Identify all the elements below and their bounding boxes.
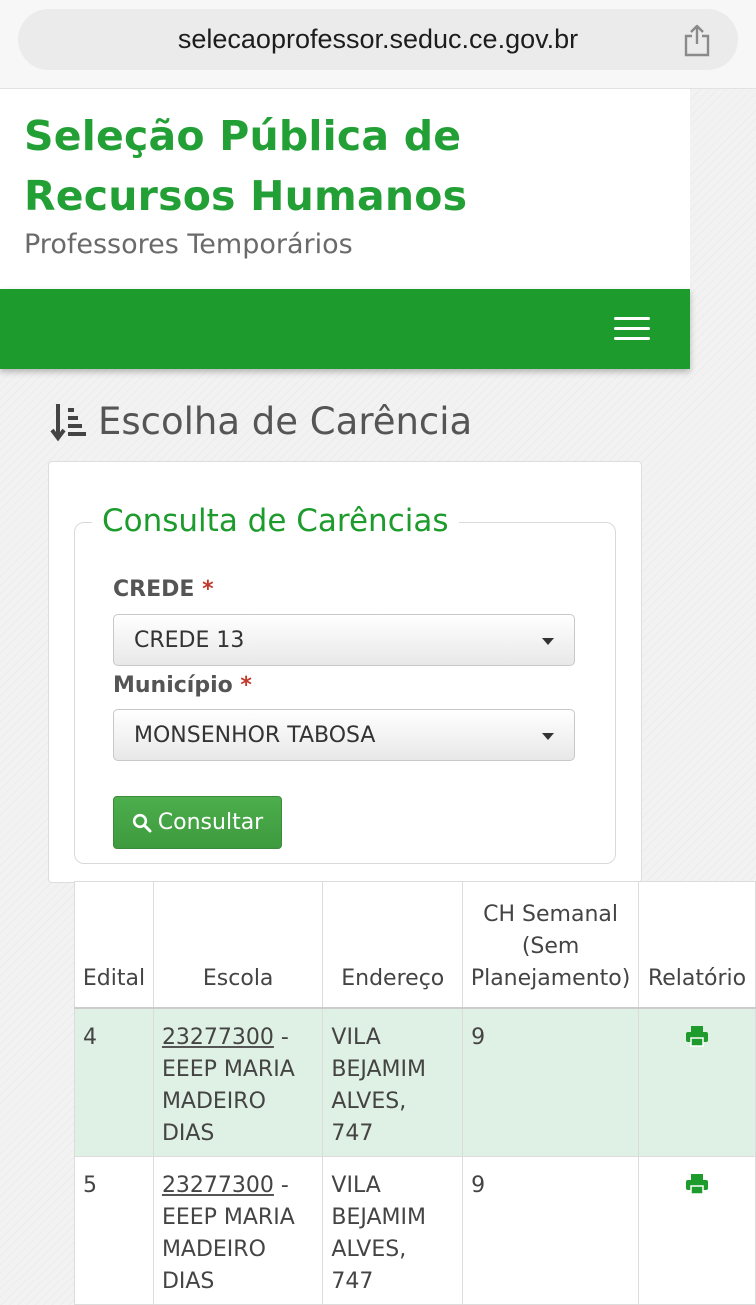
cell-edital: 4 [74, 1007, 154, 1157]
required-mark: * [202, 577, 214, 602]
crede-selected-value: CREDE 13 [134, 628, 245, 653]
cell-escola: 23277300 - EEEP MARIA MADEIRO DIAS [152, 1156, 324, 1305]
required-mark: * [240, 673, 252, 698]
sort-list-icon [50, 403, 86, 441]
url-text: selecaoprofessor.seduc.ce.gov.br [177, 24, 579, 54]
school-code-link[interactable]: 23277300 [162, 1025, 274, 1050]
search-icon [132, 813, 152, 832]
print-icon[interactable] [685, 1025, 709, 1047]
address-bar[interactable]: selecaoprofessor.seduc.ce.gov.br [18, 9, 738, 70]
school-code-link[interactable]: 23277300 [162, 1173, 274, 1198]
caret-down-icon [542, 733, 554, 740]
consultar-label: Consultar [157, 810, 264, 835]
municipio-label: Município * [113, 673, 252, 698]
cell-relatorio [638, 1007, 756, 1157]
col-header-relatorio: Relatório [638, 881, 756, 1009]
cell-edital: 5 [74, 1156, 154, 1305]
crede-select[interactable]: CREDE 13 [113, 614, 575, 666]
table-row: 4 23277300 - EEEP MARIA MADEIRO DIAS VIL… [74, 1007, 756, 1157]
cell-ch: 9 [462, 1007, 640, 1157]
results-table: Edital Escola Endereço CH Semanal (Sem P… [74, 881, 756, 1305]
col-header-escola: Escola [152, 881, 324, 1009]
cell-relatorio [638, 1156, 756, 1305]
cell-escola: 23277300 - EEEP MARIA MADEIRO DIAS [152, 1007, 324, 1157]
crede-label: CREDE * [113, 577, 214, 602]
browser-toolbar: selecaoprofessor.seduc.ce.gov.br [0, 0, 756, 89]
municipio-select[interactable]: MONSENHOR TABOSA [113, 709, 575, 761]
table-row: 5 23277300 - EEEP MARIA MADEIRO DIAS VIL… [74, 1156, 756, 1305]
table-header-row: Edital Escola Endereço CH Semanal (Sem P… [74, 881, 756, 1009]
site-title: Seleção Pública de Recursos Humanos [24, 112, 468, 220]
consultar-button[interactable]: Consultar [113, 796, 282, 849]
page-heading: Escolha de Carência [50, 400, 472, 443]
print-icon[interactable] [685, 1173, 709, 1195]
cell-endereco: VILA BEJAMIM ALVES, 747 [322, 1156, 464, 1305]
cell-ch: 9 [462, 1156, 640, 1305]
form-legend: Consulta de Carências [92, 503, 459, 539]
col-header-endereco: Endereço [322, 881, 464, 1009]
hamburger-icon[interactable] [614, 317, 650, 341]
site-subtitle: Professores Temporários [24, 229, 353, 260]
caret-down-icon [542, 638, 554, 645]
col-header-ch-semanal: CH Semanal (Sem Planejamento) [462, 881, 640, 1009]
navbar [0, 289, 690, 369]
municipio-selected-value: MONSENHOR TABOSA [134, 723, 376, 748]
share-icon[interactable] [680, 23, 714, 57]
col-header-edital: Edital [74, 881, 154, 1009]
page-heading-text: Escolha de Carência [98, 400, 473, 443]
cell-endereco: VILA BEJAMIM ALVES, 747 [322, 1007, 464, 1157]
